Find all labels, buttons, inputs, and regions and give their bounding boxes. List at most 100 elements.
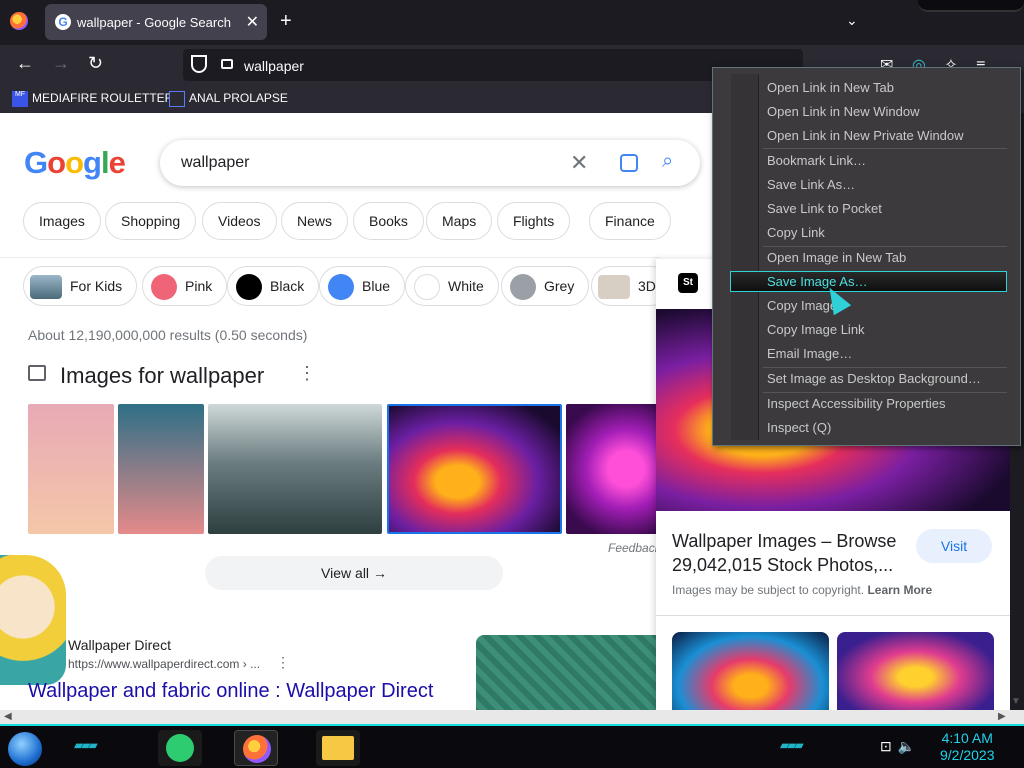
feedback-link[interactable]: Feedback <box>608 541 661 555</box>
refine-for-kids[interactable]: For Kids <box>23 266 138 306</box>
menu-inspect[interactable]: Inspect (Q) <box>767 420 831 440</box>
scroll-right-icon[interactable]: ▶ <box>998 711 1006 722</box>
color-swatch <box>510 274 536 301</box>
refine-thumb <box>30 275 62 300</box>
taskbar-decoration: ▰▰▰ <box>74 738 98 752</box>
bookmark-folder-icon <box>169 91 185 107</box>
menu-bookmark-link[interactable]: Bookmark Link… <box>767 153 866 173</box>
arrow-right-icon: → <box>372 565 387 581</box>
search-box[interactable]: wallpaper ✕ ⌕ <box>160 140 700 186</box>
menu-icon-rail <box>731 74 759 440</box>
refine-grey[interactable]: Grey <box>501 266 590 306</box>
preview-title[interactable]: Wallpaper Images – Browse 29,042,015 Sto… <box>672 529 902 577</box>
menu-save-link-as[interactable]: Save Link As… <box>767 177 855 197</box>
menu-separator <box>763 367 1007 368</box>
refine-pink[interactable]: Pink <box>142 266 228 306</box>
url-text[interactable]: wallpaper <box>244 58 304 74</box>
result-title-link[interactable]: Wallpaper and fabric online : Wallpaper … <box>28 680 433 703</box>
volume-icon[interactable]: 🔈 <box>898 738 915 754</box>
scroll-left-icon[interactable]: ◀ <box>4 711 12 722</box>
start-button[interactable] <box>8 732 42 766</box>
image-thumbnail[interactable] <box>118 404 204 534</box>
taskbar: ▰▰▰ ▰▰▰ ⊡ 🔈 4:10 AM 9/2/2023 <box>0 724 1024 768</box>
menu-open-link-new-window[interactable]: Open Link in New Window <box>767 104 919 124</box>
related-image[interactable] <box>837 632 994 710</box>
result-thumbnail[interactable] <box>476 635 656 710</box>
menu-save-link-to-pocket[interactable]: Save Link to Pocket <box>767 201 882 221</box>
image-thumbnail[interactable] <box>566 404 666 534</box>
forward-icon[interactable]: → <box>52 53 70 74</box>
close-tab-icon[interactable]: ✕ <box>246 12 259 32</box>
firefox-icon <box>243 735 271 763</box>
filter-shopping[interactable]: Shopping <box>105 202 197 240</box>
google-lens-icon[interactable] <box>620 154 638 172</box>
bookmark-mediafire[interactable]: MF MEDIAFIRE ROULETTER <box>12 91 173 107</box>
menu-copy-image-link[interactable]: Copy Image Link <box>767 322 865 342</box>
bookmark-second[interactable]: ANAL PROLAPSE <box>169 91 288 107</box>
menu-set-desktop-background[interactable]: Set Image as Desktop Background… <box>767 371 981 391</box>
logo-letter: o <box>47 145 66 180</box>
color-swatch <box>414 274 440 301</box>
filter-videos[interactable]: Videos <box>202 202 277 240</box>
search-icon[interactable]: ⌕ <box>662 150 673 173</box>
copyright-text: Images may be subject to copyright. <box>672 583 865 597</box>
filter-maps[interactable]: Maps <box>426 202 493 240</box>
tracking-protection-shield-icon[interactable] <box>191 55 207 73</box>
menu-inspect-accessibility[interactable]: Inspect Accessibility Properties <box>767 396 945 416</box>
refine-black[interactable]: Black <box>227 266 320 306</box>
result-site-url[interactable]: https://www.wallpaperdirect.com › ... <box>68 657 260 671</box>
clock[interactable]: 4:10 AM 9/2/2023 <box>940 730 995 764</box>
tab-google-search[interactable]: G wallpaper - Google Search ✕ <box>45 4 267 40</box>
color-swatch <box>236 274 262 301</box>
list-all-tabs-icon[interactable]: ⌄ <box>846 12 858 29</box>
menu-copy-link[interactable]: Copy Link <box>767 225 825 245</box>
firefox-view-icon[interactable] <box>10 12 28 30</box>
view-all-button[interactable]: View all → <box>205 556 503 590</box>
lock-icon[interactable] <box>221 59 233 69</box>
refine-label: Black <box>270 278 305 294</box>
menu-open-image-new-tab[interactable]: Open Image in New Tab <box>767 250 906 270</box>
refine-label: 3D <box>638 278 656 294</box>
taskbar-decoration: ▰▰▰ <box>780 738 804 752</box>
logo-letter: G <box>24 145 48 180</box>
filter-news[interactable]: News <box>281 202 349 240</box>
network-icon[interactable]: ⊡ <box>880 738 892 754</box>
related-image[interactable] <box>672 632 829 710</box>
refine-white[interactable]: White <box>405 266 499 306</box>
filter-books[interactable]: Books <box>353 202 424 240</box>
taskbar-notes-app[interactable] <box>158 730 202 766</box>
filter-images[interactable]: Images <box>23 202 101 240</box>
google-favicon-icon: G <box>55 14 71 30</box>
image-thumbnail[interactable] <box>208 404 382 534</box>
more-options-icon[interactable]: ⋮ <box>298 363 316 384</box>
menu-email-image[interactable]: Email Image… <box>767 346 852 366</box>
result-site-name[interactable]: Wallpaper Direct <box>68 637 171 653</box>
refine-blue[interactable]: Blue <box>319 266 406 306</box>
filter-finance[interactable]: Finance <box>589 202 671 240</box>
google-logo[interactable]: Google <box>24 145 126 181</box>
new-tab-button[interactable]: + <box>280 10 292 33</box>
reload-icon[interactable]: ↻ <box>88 53 103 74</box>
menu-save-image-as[interactable]: Save Image As… <box>767 274 867 294</box>
images-heading-text: Images for wallpaper <box>60 363 265 388</box>
refine-thumb <box>598 275 630 300</box>
logo-letter: g <box>83 145 102 180</box>
taskbar-file-explorer[interactable] <box>316 730 360 766</box>
images-section-heading: Images for wallpaper ⋮ <box>28 363 316 389</box>
menu-open-link-private-window[interactable]: Open Link in New Private Window <box>767 128 964 148</box>
image-thumbnail[interactable] <box>28 404 114 534</box>
result-options-icon[interactable]: ⋮ <box>276 654 290 671</box>
scroll-down-icon[interactable]: ▼ <box>1011 696 1021 707</box>
menu-open-link-new-tab[interactable]: Open Link in New Tab <box>767 80 894 100</box>
visit-button[interactable]: Visit <box>916 529 992 563</box>
horizontal-scrollbar[interactable]: ◀ ▶ <box>0 710 1024 724</box>
image-thumbnail-selected[interactable] <box>387 404 562 534</box>
taskbar-firefox-app[interactable] <box>234 730 278 766</box>
search-input[interactable]: wallpaper <box>181 154 249 172</box>
address-bar[interactable]: wallpaper <box>183 49 803 81</box>
clear-search-icon[interactable]: ✕ <box>570 150 588 176</box>
filter-flights[interactable]: Flights <box>497 202 571 240</box>
learn-more-link[interactable]: Learn More <box>867 583 932 597</box>
back-icon[interactable]: ← <box>16 53 34 74</box>
system-tray: ⊡ 🔈 <box>880 738 915 755</box>
